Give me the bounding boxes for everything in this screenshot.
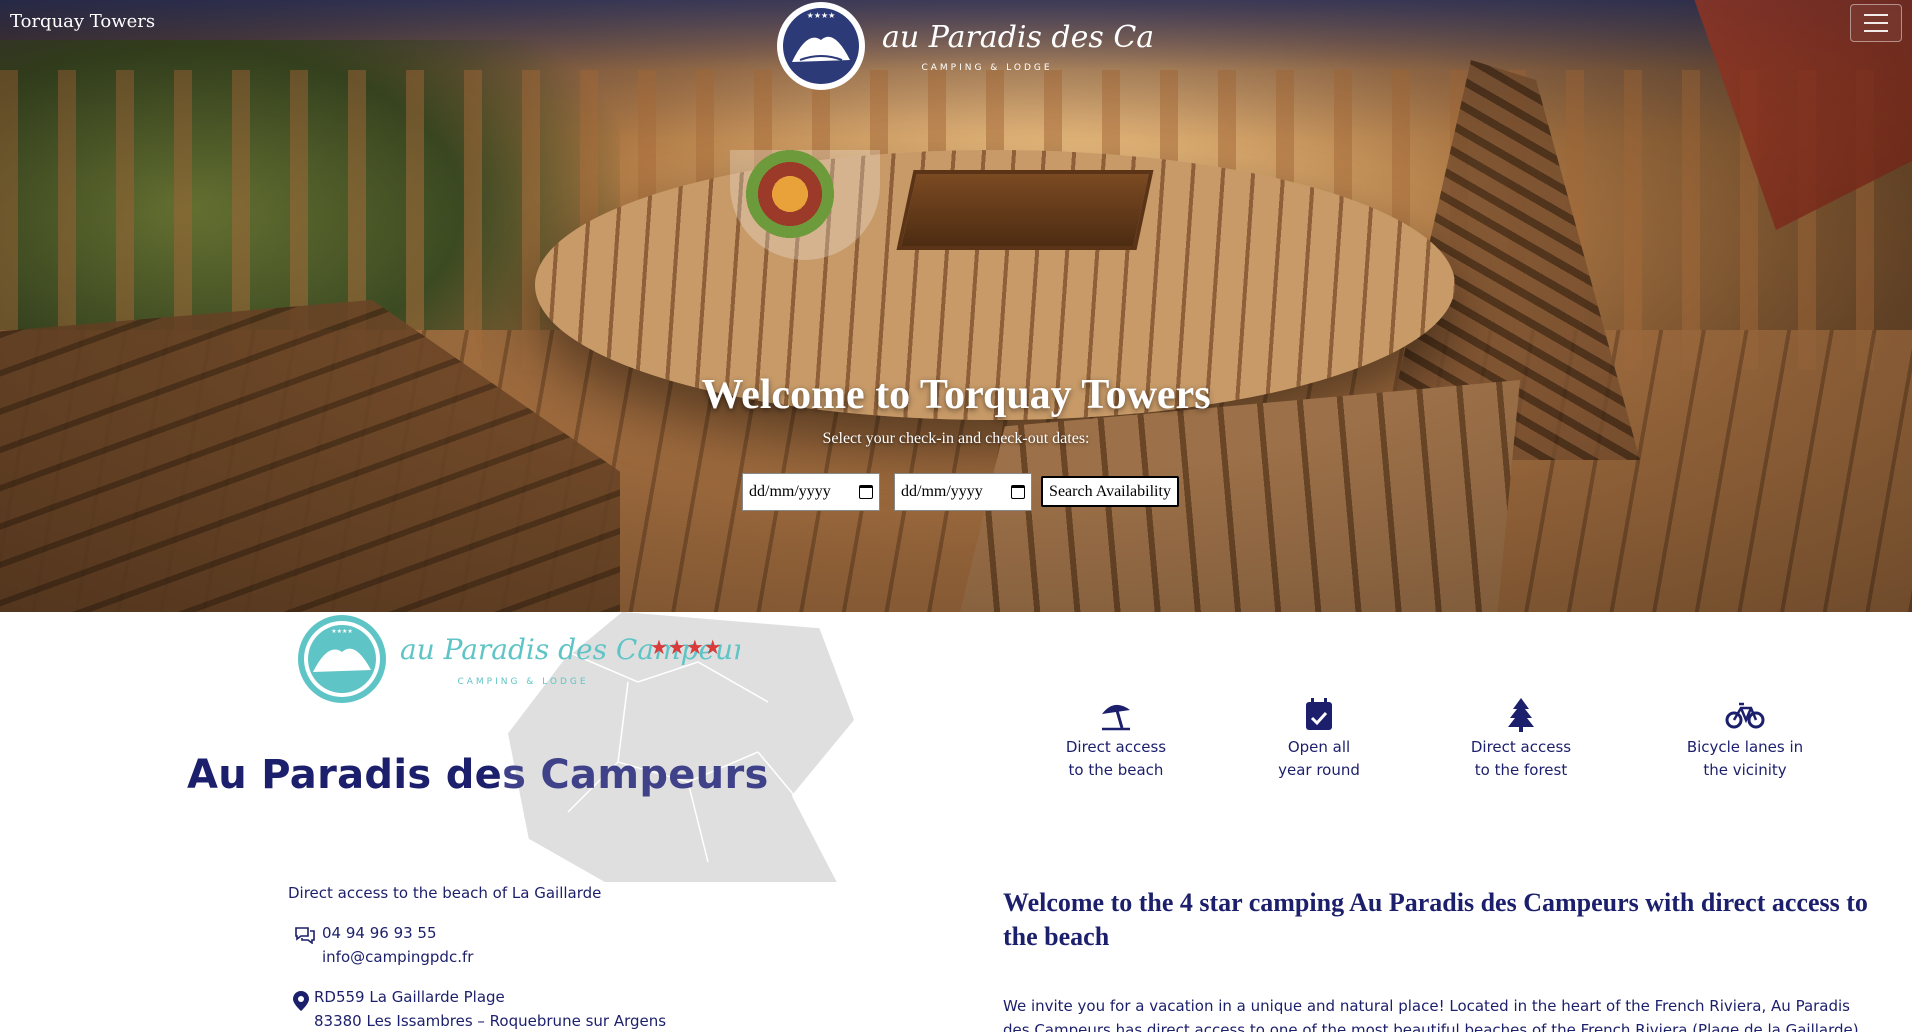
search-availability-button[interactable]: Search Availability (1041, 476, 1179, 507)
logo-tagline: CAMPING & LODGE (457, 677, 588, 687)
logo-tagline: CAMPING & LODGE (921, 63, 1052, 73)
site-title-part1: Au Paradis de (187, 752, 503, 798)
hamburger-icon (1864, 14, 1888, 16)
logo-stars: ★★★★ (807, 11, 836, 20)
rating-stars: ★★★★ (650, 635, 722, 659)
feature-line2: to the beach (1068, 761, 1164, 779)
checkout-date-input[interactable]: dd/mm/yyyy (894, 473, 1032, 511)
feature-line2: the vicinity (1703, 761, 1787, 779)
camping-logo: ★★★★ au Paradis des Campeurs CAMPING & L… (298, 615, 740, 703)
checkin-date-input[interactable]: dd/mm/yyyy (742, 473, 880, 511)
feature-bicycle: Bicycle lanes in the vicinity (1660, 698, 1830, 782)
site-title: Au Paradis des Campeurs (187, 752, 769, 798)
feature-line1: Bicycle lanes in (1686, 738, 1804, 756)
calendar-check-icon (1306, 698, 1332, 730)
feature-line1: Direct access (1470, 738, 1572, 756)
logo-script: au Paradis des Campeurs (882, 20, 1152, 55)
hero-subtitle: Select your check-in and check-out dates… (822, 430, 1090, 447)
feature-line2: year round (1278, 761, 1360, 779)
beach-umbrella-icon (1102, 704, 1130, 731)
site-logo[interactable]: ★★★★ au Paradis des Campeurs CAMPING & L… (772, 0, 1152, 96)
address-line1: RD559 La Gaillarde Plage (314, 988, 505, 1006)
feature-line2: to the forest (1474, 761, 1568, 779)
site-title-part2: s Campeurs (502, 752, 769, 798)
checkout-date-value: dd/mm/yyyy (901, 483, 983, 500)
feature-line1: Open all (1287, 738, 1351, 756)
calendar-icon[interactable] (1011, 485, 1025, 499)
feature-open-all-year: Open all year round (1234, 698, 1404, 782)
calendar-icon[interactable] (859, 485, 873, 499)
feature-forest: Direct access to the forest (1436, 698, 1606, 782)
chat-icon (295, 927, 315, 944)
address-line2: 83380 Les Issambres – Roquebrune sur Arg… (314, 1012, 667, 1030)
welcome-paragraph: We invite you for a vacation in a unique… (1003, 997, 1859, 1032)
bicycle-icon (1725, 702, 1765, 729)
hamburger-icon (1864, 22, 1888, 24)
navbar-brand[interactable]: Torquay Towers (10, 11, 155, 32)
tree-icon (1508, 698, 1534, 732)
beach-access-text: Direct access to the beach of La Gaillar… (288, 884, 602, 902)
logo-emblem-stars: ★★★★ (331, 628, 353, 635)
feature-beach: Direct access to the beach (1031, 698, 1201, 782)
location-pin-icon (293, 991, 309, 1011)
menu-toggle-button[interactable] (1850, 4, 1902, 42)
phone-link[interactable]: 04 94 96 93 55 (322, 924, 437, 942)
checkin-date-value: dd/mm/yyyy (749, 483, 831, 500)
welcome-heading: Welcome to the 4 star camping Au Paradis… (1003, 888, 1868, 951)
hamburger-icon (1864, 30, 1888, 32)
feature-line1: Direct access (1065, 738, 1167, 756)
email-link[interactable]: info@campingpdc.fr (322, 948, 473, 966)
hero-title: Welcome to Torquay Towers (701, 372, 1211, 418)
